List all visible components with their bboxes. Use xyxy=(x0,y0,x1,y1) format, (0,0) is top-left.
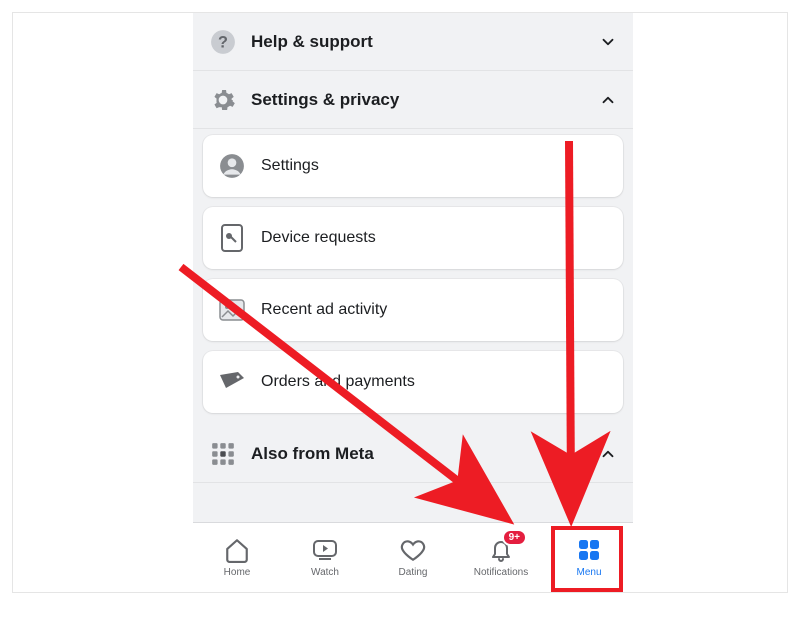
card-label: Recent ad activity xyxy=(261,301,387,319)
image-icon xyxy=(217,295,247,325)
tab-label: Menu xyxy=(576,567,601,578)
section-settings-privacy[interactable]: Settings & privacy xyxy=(193,71,633,129)
card-settings[interactable]: Settings xyxy=(203,135,623,197)
card-label: Device requests xyxy=(261,229,376,247)
section-also-from-meta[interactable]: Also from Meta xyxy=(193,425,633,483)
grid-icon xyxy=(209,440,237,468)
menu-grid-icon xyxy=(576,537,602,563)
home-icon xyxy=(224,537,250,563)
spacer xyxy=(193,483,633,522)
card-orders-payments[interactable]: Orders and payments xyxy=(203,351,623,413)
tab-label: Watch xyxy=(311,567,339,578)
tab-menu[interactable]: Menu xyxy=(545,523,633,592)
gear-icon xyxy=(209,86,237,114)
user-cog-icon xyxy=(217,151,247,181)
heart-icon xyxy=(400,537,426,563)
notification-badge: 9+ xyxy=(502,529,527,546)
section-label: Help & support xyxy=(251,32,599,52)
chevron-down-icon xyxy=(599,33,617,51)
help-icon: ? xyxy=(209,28,237,56)
device-key-icon xyxy=(217,223,247,253)
tab-label: Dating xyxy=(399,567,428,578)
card-recent-ad-activity[interactable]: Recent ad activity xyxy=(203,279,623,341)
card-label: Orders and payments xyxy=(261,373,415,391)
chevron-up-icon xyxy=(599,91,617,109)
tab-label: Home xyxy=(224,567,251,578)
tab-label: Notifications xyxy=(474,567,528,578)
section-label: Settings & privacy xyxy=(251,90,599,110)
watch-icon xyxy=(312,537,338,563)
card-device-requests[interactable]: Device requests xyxy=(203,207,623,269)
chevron-up-icon xyxy=(599,445,617,463)
svg-text:?: ? xyxy=(218,33,228,51)
tab-dating[interactable]: Dating xyxy=(369,523,457,592)
card-label: Settings xyxy=(261,157,319,175)
payment-tag-icon xyxy=(217,367,247,397)
tab-notifications[interactable]: 9+ Notifications xyxy=(457,523,545,592)
phone-screen: ? Help & support Settings & privacy xyxy=(193,13,633,592)
section-help-support[interactable]: ? Help & support xyxy=(193,13,633,71)
section-label: Also from Meta xyxy=(251,444,599,464)
bottom-tab-bar: Home Watch Dating 9+ Notifications xyxy=(193,522,633,592)
settings-privacy-items: Settings Device requests Recent ad activ… xyxy=(193,129,633,419)
tab-watch[interactable]: Watch xyxy=(281,523,369,592)
screenshot-frame: ? Help & support Settings & privacy xyxy=(12,12,788,593)
tab-home[interactable]: Home xyxy=(193,523,281,592)
